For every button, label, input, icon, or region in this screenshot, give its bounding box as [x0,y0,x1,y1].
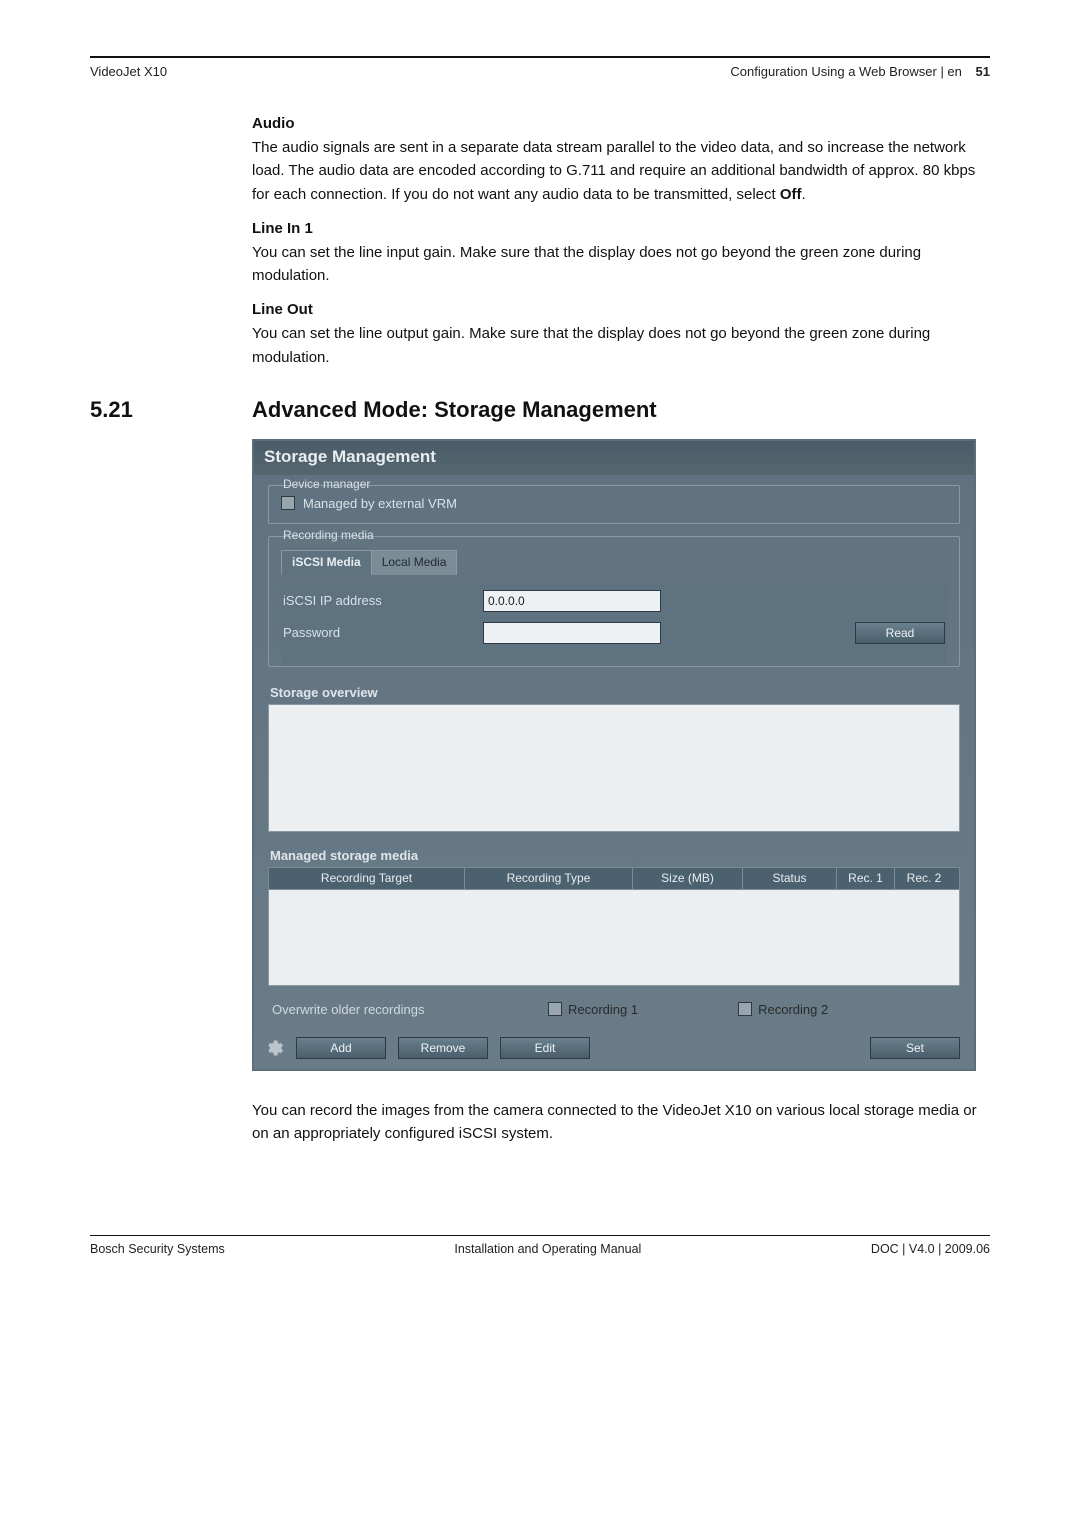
para-lineout: You can set the line output gain. Make s… [252,322,990,369]
para-linein: You can set the line input gain. Make su… [252,241,990,288]
runhead-right-label: Configuration Using a Web Browser | en [730,64,961,79]
storage-overview-list[interactable] [268,704,960,832]
label-managed-by-vrm: Managed by external VRM [303,496,457,511]
section-title: Advanced Mode: Storage Management [252,397,657,423]
fieldset-recording-media: Recording media iSCSI Media Local Media … [268,536,960,667]
legend-recording-media: Recording media [279,528,378,542]
running-header: VideoJet X10 Configuration Using a Web B… [90,64,990,79]
footer-right: DOC | V4.0 | 2009.06 [871,1242,990,1256]
page-number: 51 [976,64,990,79]
legend-device-manager: Device manager [279,477,374,491]
footer-left: Bosch Security Systems [90,1242,225,1256]
para-audio: The audio signals are sent in a separate… [252,136,990,206]
tab-local-media[interactable]: Local Media [371,550,458,575]
set-button[interactable]: Set [870,1037,960,1059]
managed-media-table-body[interactable] [268,890,960,986]
fieldset-device-manager: Device manager Managed by external VRM [268,485,960,524]
input-password[interactable] [483,622,661,644]
heading-lineout: Line Out [252,301,990,318]
add-button[interactable]: Add [296,1037,386,1059]
label-overwrite-older: Overwrite older recordings [272,1002,508,1017]
runhead-left: VideoJet X10 [90,64,167,79]
edit-button[interactable]: Edit [500,1037,590,1059]
col-recording-target: Recording Target [269,868,465,889]
label-password: Password [283,625,483,640]
col-size-mb: Size (MB) [633,868,743,889]
label-recording-1: Recording 1 [568,1002,638,1017]
col-status: Status [743,868,837,889]
heading-audio: Audio [252,115,990,132]
para-audio-post: . [802,186,806,203]
para-audio-pre: The audio signals are sent in a separate… [252,139,975,203]
tab-iscsi-media[interactable]: iSCSI Media [281,550,372,575]
col-recording-type: Recording Type [465,868,633,889]
header-storage-overview: Storage overview [268,679,960,704]
col-rec-1: Rec. 1 [837,868,895,889]
section-number: 5.21 [90,397,252,423]
heading-linein: Line In 1 [252,220,990,237]
footer-center: Installation and Operating Manual [454,1242,641,1256]
label-iscsi-ip: iSCSI IP address [283,593,483,608]
page-footer: Bosch Security Systems Installation and … [90,1235,990,1256]
checkbox-managed-by-vrm[interactable] [281,496,295,510]
para-after-panel: You can record the images from the camer… [252,1099,990,1146]
remove-button[interactable]: Remove [398,1037,488,1059]
panel-title: Storage Management [254,441,974,475]
checkbox-recording-1[interactable] [548,1002,562,1016]
input-iscsi-ip[interactable] [483,590,661,612]
header-managed-storage-media: Managed storage media [268,842,960,867]
gear-icon [264,1038,284,1058]
checkbox-recording-2[interactable] [738,1002,752,1016]
label-recording-2: Recording 2 [758,1002,828,1017]
read-button[interactable]: Read [855,622,945,644]
para-audio-bold: Off [780,186,802,203]
storage-management-panel: Storage Management Device manager Manage… [252,439,976,1071]
col-rec-2: Rec. 2 [895,868,953,889]
managed-media-table-header: Recording Target Recording Type Size (MB… [268,867,960,890]
